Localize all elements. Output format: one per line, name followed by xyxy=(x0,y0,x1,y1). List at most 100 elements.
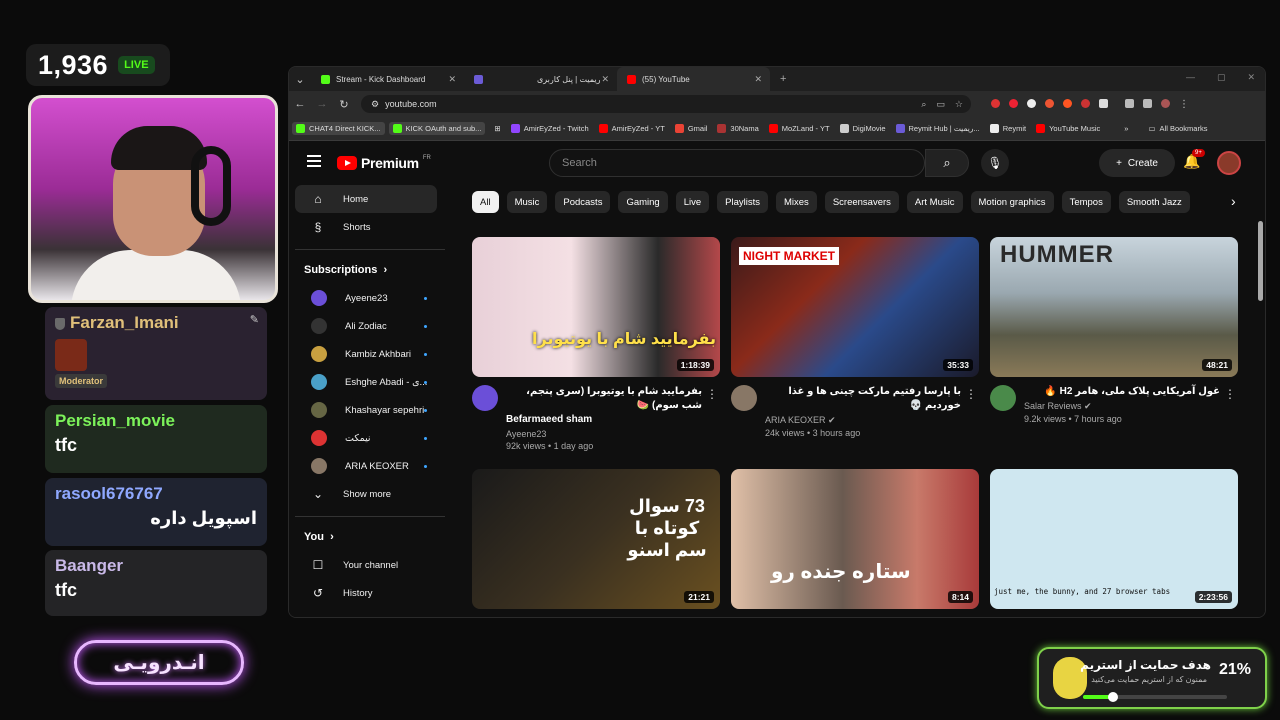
extension-icon[interactable] xyxy=(1009,98,1018,108)
video-card[interactable]: بفرمایید شام با یوتیوبرا 1:18:39 بفرمایی… xyxy=(472,237,720,455)
more-options-icon[interactable]: ⋮ xyxy=(1224,387,1236,401)
chip-tempos[interactable]: Tempos xyxy=(1061,191,1111,213)
sidebar-item-subscription[interactable]: ARIA KEOXER xyxy=(295,452,437,480)
tab-reymit[interactable]: ریمیت | پنل کاربری ✕ xyxy=(464,67,617,91)
close-icon[interactable]: ✕ xyxy=(448,74,456,85)
close-window-icon[interactable]: ✕ xyxy=(1247,72,1255,83)
profile-icon[interactable] xyxy=(1161,98,1170,108)
notifications-bell-icon[interactable]: 🔔 9+ xyxy=(1183,149,1205,170)
channel-name[interactable]: Ayeene23 xyxy=(506,429,720,439)
chip-podcasts[interactable]: Podcasts xyxy=(555,191,611,213)
sidebar-item-subscription[interactable]: Kambiz Akhbari xyxy=(295,340,437,368)
bookmark[interactable]: AmirEyZed - YT xyxy=(594,124,670,133)
video-thumbnail[interactable]: NIGHT MARKET 35:33 xyxy=(731,237,979,377)
sidebar-item-subscription[interactable]: Ali Zodiac xyxy=(295,312,437,340)
overflow-chevron-icon[interactable]: » xyxy=(1119,124,1133,133)
sidebar-item-subscription[interactable]: Ayeene23 xyxy=(295,284,437,312)
extension-icon[interactable] xyxy=(1081,98,1090,108)
sidebar-item-history[interactable]: ↺ History xyxy=(295,579,437,607)
bookmark[interactable]: MoZLand - YT xyxy=(764,124,835,133)
extension-icon[interactable] xyxy=(991,98,1000,108)
bookmark[interactable]: Reymit Hub | ریمیت... xyxy=(891,124,985,133)
video-thumbnail[interactable]: 73 سوال کوتاه با سم اسنو 21:21 xyxy=(472,469,720,609)
sidebar-item-subscription[interactable]: Khashayar sepehri xyxy=(295,396,437,424)
puzzle-icon[interactable] xyxy=(1099,98,1108,108)
site-info-icon[interactable]: ⚙ xyxy=(371,99,379,110)
download-icon[interactable] xyxy=(1143,98,1152,108)
subscriptions-heading[interactable]: Subscriptions › xyxy=(289,256,459,284)
shield-icon[interactable] xyxy=(1027,98,1036,108)
sidebar-item-subscription[interactable]: نیمکت xyxy=(295,424,437,452)
avatar[interactable] xyxy=(1217,151,1241,175)
video-card[interactable]: HUMMER 48:21 غول آمریکایی پلاک ملی، هامر… xyxy=(990,237,1238,455)
bookmark[interactable]: CHAT4 Direct KICK... xyxy=(292,122,385,135)
bookmark[interactable]: 30Nama xyxy=(712,124,763,133)
all-bookmarks[interactable]: ▭ All Bookmarks xyxy=(1143,124,1212,133)
sidebar-item-your-channel[interactable]: ☐ Your channel xyxy=(295,551,437,579)
chip-art-music[interactable]: Art Music xyxy=(906,191,963,213)
bookmark[interactable]: KICK OAuth and sub... xyxy=(388,122,486,135)
video-thumbnail[interactable]: just me, the bunny, and 27 browser tabs … xyxy=(990,469,1238,609)
bookmark[interactable]: Reymit xyxy=(985,124,1031,133)
search-input[interactable]: Search xyxy=(549,149,925,177)
video-card[interactable]: ستاره جنده رو 8:14 xyxy=(731,469,979,609)
chevron-right-icon[interactable]: › xyxy=(1231,193,1236,209)
create-button[interactable]: + Create xyxy=(1099,149,1175,177)
zoom-icon[interactable]: ⌕ xyxy=(921,99,926,110)
chip-mixes[interactable]: Mixes xyxy=(776,191,817,213)
mic-icon[interactable]: 🎙 xyxy=(981,149,1009,177)
reload-icon[interactable]: ↻ xyxy=(333,98,355,111)
extension-icon[interactable] xyxy=(1045,98,1054,108)
menu-icon[interactable]: ⋮ xyxy=(1179,99,1189,110)
video-card[interactable]: just me, the bunny, and 27 browser tabs … xyxy=(990,469,1238,609)
extension-icon[interactable] xyxy=(1063,98,1072,108)
tab-youtube[interactable]: (55) YouTube ✕ xyxy=(617,67,770,91)
cast-icon[interactable]: ▭ xyxy=(936,99,945,110)
tab-kick[interactable]: Stream - Kick Dashboard ✕ xyxy=(311,67,464,91)
more-options-icon[interactable]: ⋮ xyxy=(706,387,718,401)
channel-avatar[interactable] xyxy=(472,385,498,411)
video-thumbnail[interactable]: ستاره جنده رو 8:14 xyxy=(731,469,979,609)
maximize-icon[interactable]: ▢ xyxy=(1217,72,1226,83)
video-card[interactable]: 73 سوال کوتاه با سم اسنو 21:21 xyxy=(472,469,720,609)
bookmark[interactable]: DigiMovie xyxy=(835,124,891,133)
chip-playlists[interactable]: Playlists xyxy=(717,191,768,213)
tab-search-icon[interactable]: ⌄ xyxy=(289,73,311,86)
apps-icon[interactable]: ⊞ xyxy=(489,124,505,133)
chip-screensavers[interactable]: Screensavers xyxy=(824,191,899,213)
close-icon[interactable]: ✕ xyxy=(754,74,762,85)
close-icon[interactable]: ✕ xyxy=(601,74,609,85)
bookmark[interactable]: AmirEyZed - Twitch xyxy=(506,124,594,133)
search-icon[interactable]: ⌕ xyxy=(925,149,969,177)
menu-icon[interactable] xyxy=(307,155,321,167)
back-icon[interactable]: ← xyxy=(289,98,311,110)
sidebar-item-subscription[interactable]: Eshghe Abadi - ی... xyxy=(295,368,437,396)
bookmark[interactable]: Gmail xyxy=(670,124,713,133)
new-tab-icon[interactable]: + xyxy=(780,73,786,85)
chip-gaming[interactable]: Gaming xyxy=(618,191,668,213)
chip-smooth-jazz[interactable]: Smooth Jazz xyxy=(1118,191,1190,213)
youtube-logo[interactable]: Premium FR xyxy=(337,155,431,171)
chip-all[interactable]: All xyxy=(472,191,499,213)
sidebar-item-home[interactable]: ⌂ Home xyxy=(295,185,437,213)
sidepanel-icon[interactable] xyxy=(1125,98,1134,108)
bookmark[interactable]: YouTube Music xyxy=(1031,124,1105,133)
star-icon[interactable]: ☆ xyxy=(955,99,963,110)
scrollbar[interactable] xyxy=(1258,221,1263,301)
address-bar[interactable]: ⚙ youtube.com ⌕ ▭ ☆ xyxy=(361,95,971,113)
sidebar-item-show-more[interactable]: ⌄ Show more xyxy=(295,480,437,508)
channel-avatar[interactable] xyxy=(731,385,757,411)
video-card[interactable]: NIGHT MARKET 35:33 با پارسا رفتیم مارکت … xyxy=(731,237,979,455)
forward-icon[interactable]: → xyxy=(311,98,333,110)
minimize-icon[interactable]: — xyxy=(1186,72,1195,83)
video-thumbnail[interactable]: HUMMER 48:21 xyxy=(990,237,1238,377)
chip-music[interactable]: Music xyxy=(506,191,548,213)
channel-name[interactable]: Salar Reviews ✔ xyxy=(1024,401,1238,412)
sidebar-item-shorts[interactable]: § Shorts xyxy=(295,213,437,241)
chip-motion-graphics[interactable]: Motion graphics xyxy=(970,191,1054,213)
you-heading[interactable]: You › xyxy=(289,523,459,551)
chip-live[interactable]: Live xyxy=(675,191,710,213)
channel-avatar[interactable] xyxy=(990,385,1016,411)
video-thumbnail[interactable]: بفرمایید شام با یوتیوبرا 1:18:39 xyxy=(472,237,720,377)
more-options-icon[interactable]: ⋮ xyxy=(965,387,977,401)
